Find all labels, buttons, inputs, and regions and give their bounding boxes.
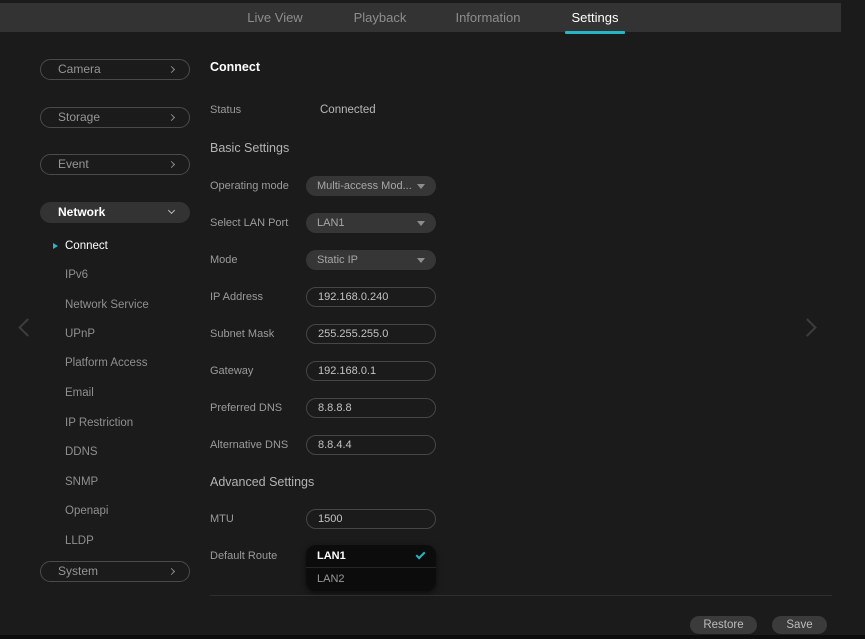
lan-port-value: LAN1	[317, 217, 345, 229]
caret-down-icon	[417, 258, 425, 263]
mtu-field[interactable]	[306, 509, 436, 529]
mode-select[interactable]: Static IP	[306, 250, 436, 270]
sidebar-item-openapi[interactable]: Openapi	[65, 504, 108, 518]
lan-port-label: Select LAN Port	[210, 216, 288, 230]
gateway-label: Gateway	[210, 364, 253, 378]
status-label: Status	[210, 103, 241, 117]
default-route-dropdown: LAN1 LAN2	[306, 545, 436, 591]
mode-label: Mode	[210, 253, 238, 267]
preferred-dns-field[interactable]	[306, 398, 436, 418]
sidebar-item-ip-restriction[interactable]: IP Restriction	[65, 416, 133, 430]
section-advanced-settings: Advanced Settings	[210, 474, 314, 490]
sidebar-item-network[interactable]: Network	[40, 202, 190, 223]
sidebar-item-label: Storage	[58, 110, 100, 124]
status-value: Connected	[320, 103, 376, 117]
sidebar-item-ddns[interactable]: DDNS	[65, 445, 98, 459]
sidebar-item-lldp[interactable]: LLDP	[65, 534, 94, 548]
sidebar-item-snmp[interactable]: SNMP	[65, 475, 98, 489]
chevron-down-icon	[168, 207, 175, 214]
operating-mode-value: Multi-access Mod...	[317, 180, 412, 192]
tab-information[interactable]: Information	[449, 3, 527, 32]
tab-settings[interactable]: Settings	[563, 3, 627, 32]
caret-down-icon	[417, 221, 425, 226]
sidebar-item-ipv6[interactable]: IPv6	[65, 268, 88, 282]
chevron-right-icon	[168, 114, 175, 121]
gateway-field[interactable]	[306, 361, 436, 381]
mtu-label: MTU	[210, 512, 234, 526]
ip-address-field[interactable]	[306, 287, 436, 307]
sidebar-item-network-service[interactable]: Network Service	[65, 298, 149, 312]
lan-port-select[interactable]: LAN1	[306, 213, 436, 233]
preferred-dns-label: Preferred DNS	[210, 401, 282, 415]
section-basic-settings: Basic Settings	[210, 140, 289, 156]
sidebar-item-upnp[interactable]: UPnP	[65, 327, 95, 341]
check-icon	[416, 550, 426, 560]
content-divider	[210, 595, 832, 596]
restore-button[interactable]: Restore	[690, 616, 757, 634]
mode-value: Static IP	[317, 254, 358, 266]
top-navbar: Live View Playback Information Settings	[0, 3, 841, 32]
alternative-dns-field[interactable]	[306, 435, 436, 455]
default-route-option-lan2[interactable]: LAN2	[306, 568, 436, 591]
active-item-triangle-icon	[53, 243, 58, 249]
chevron-right-icon	[168, 568, 175, 575]
sidebar-item-event[interactable]: Event	[40, 154, 190, 175]
sidebar-item-connect[interactable]: Connect	[65, 239, 108, 253]
sidebar-item-email[interactable]: Email	[65, 386, 94, 400]
page-next-arrow-icon[interactable]	[798, 318, 816, 336]
sidebar-item-system[interactable]: System	[40, 561, 190, 582]
sidebar-item-label: Network	[58, 205, 105, 219]
tab-live-view[interactable]: Live View	[243, 3, 307, 32]
default-route-option-lan1[interactable]: LAN1	[306, 545, 436, 568]
option-label: LAN2	[317, 573, 345, 585]
save-button[interactable]: Save	[772, 616, 827, 634]
subnet-mask-field[interactable]	[306, 324, 436, 344]
page-prev-arrow-icon[interactable]	[18, 318, 36, 336]
sidebar-item-camera[interactable]: Camera	[40, 59, 190, 80]
sidebar-item-label: System	[58, 564, 98, 578]
page-title: Connect	[210, 60, 260, 74]
alternative-dns-label: Alternative DNS	[210, 438, 288, 452]
chevron-right-icon	[168, 66, 175, 73]
operating-mode-label: Operating mode	[210, 179, 289, 193]
operating-mode-select[interactable]: Multi-access Mod...	[306, 176, 436, 196]
subnet-mask-label: Subnet Mask	[210, 327, 274, 341]
default-route-label: Default Route	[210, 549, 277, 563]
sidebar-item-storage[interactable]: Storage	[40, 107, 190, 128]
footer-strip	[0, 635, 865, 639]
ip-address-label: IP Address	[210, 290, 263, 304]
tab-playback[interactable]: Playback	[348, 3, 412, 32]
sidebar-item-label: Event	[58, 157, 89, 171]
caret-down-icon	[417, 184, 425, 189]
sidebar-item-platform-access[interactable]: Platform Access	[65, 356, 147, 370]
sidebar-item-label: Camera	[58, 62, 101, 76]
chevron-right-icon	[168, 161, 175, 168]
option-label: LAN1	[317, 550, 346, 562]
